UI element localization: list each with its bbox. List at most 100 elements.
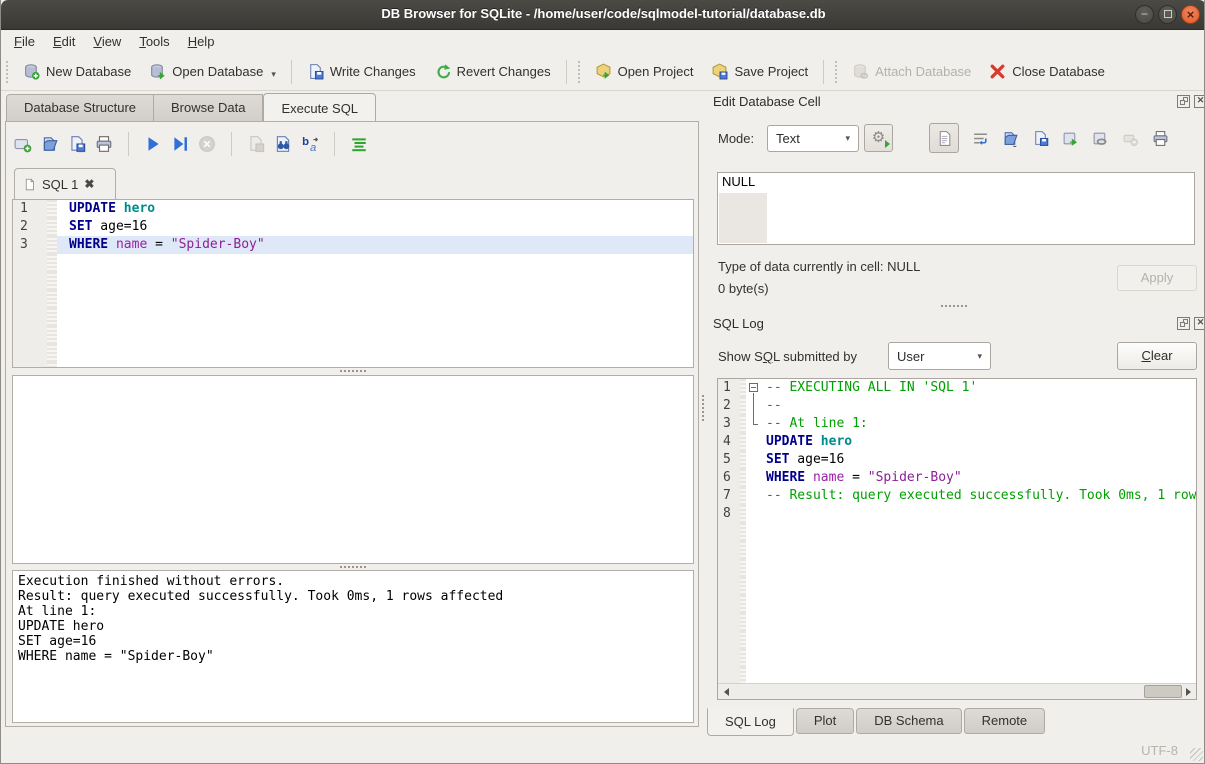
import-cell-icon[interactable] [1002,130,1019,147]
menu-file[interactable]: File [5,31,44,52]
line-content [57,254,693,272]
execution-message[interactable]: Execution finished without errors. Resul… [12,570,694,723]
tab-plot[interactable]: Plot [796,708,854,734]
editor-line: 3WHERE name = "Spider-Boy" [13,236,693,254]
new-database-button[interactable]: New Database [14,58,140,85]
save-sql-file-icon[interactable] [68,135,86,153]
minimize-icon[interactable]: − [1135,5,1154,24]
fold-margin [746,631,762,649]
sql-code-editor[interactable]: 1UPDATE hero2SET age=163WHERE name = "Sp… [12,199,694,368]
encoding-indicator[interactable]: UTF-8 [1141,743,1178,758]
fold-collapse-icon[interactable] [749,383,758,392]
close-dock-icon[interactable]: ✕ [1194,95,1205,108]
float-dock-icon[interactable] [1177,317,1190,330]
sql-document-tab[interactable]: SQL 1 ✖ [14,168,116,199]
menu-tools[interactable]: Tools [130,31,178,52]
save-cell-icon[interactable] [1032,130,1049,147]
line-content [762,595,1196,613]
line-number: 2 [13,218,47,236]
code-token: -- EXECUTING ALL IN 'SQL 1' [766,380,977,395]
line-number [718,595,740,613]
scroll-right-icon[interactable] [1180,684,1196,699]
execute-current-line-icon[interactable] [171,135,189,153]
toolbar-grip[interactable] [5,61,10,83]
close-dock-icon[interactable]: ✕ [1194,317,1205,330]
save-project-button[interactable]: Save Project [702,58,817,85]
replace-icon[interactable]: ba [301,135,319,153]
maximize-icon[interactable] [1158,5,1177,24]
cell-value-editor[interactable]: NULL [717,172,1195,245]
close-database-button[interactable]: Close Database [980,58,1114,85]
auto-format-button[interactable]: ⚙ [864,124,893,152]
line-content: WHERE name = "Spider-Boy" [57,236,693,254]
clear-log-button[interactable]: Clear [1117,342,1197,370]
svg-text:a: a [310,142,316,153]
line-number [13,290,47,308]
open-sql-file-icon[interactable] [41,135,59,153]
line-content: UPDATE hero [762,433,1196,451]
float-dock-icon[interactable] [1177,95,1190,108]
close-sql-tab-icon[interactable]: ✖ [84,177,94,191]
toolbar-grip[interactable] [834,61,839,83]
mode-select[interactable]: Text ▾ [767,125,859,152]
line-content: UPDATE hero [57,200,693,218]
close-glyph: ✕ [1195,317,1205,328]
line-number [718,631,740,649]
sql-log-dock-title: SQL Log [713,316,764,331]
fold-margin [746,541,762,559]
menu-edit[interactable]: Edit [44,31,84,52]
menu-help[interactable]: Help [179,31,224,52]
sql-log-filter-select[interactable]: User ▾ [888,342,991,370]
print-cell-icon[interactable] [1152,130,1169,147]
revert-changes-button[interactable]: Revert Changes [425,58,560,85]
horizontal-scrollbar[interactable] [718,683,1196,699]
log-line: 3-- At line 1: [718,415,1196,433]
line-content: -- EXECUTING ALL IN 'SQL 1' [762,379,1196,397]
editor-results-splitter[interactable] [12,368,694,374]
code-token: WHERE [766,470,805,485]
print-sql-icon[interactable] [95,135,113,153]
scroll-left-icon[interactable] [718,684,734,699]
tab-database-structure[interactable]: Database Structure [6,94,154,122]
format-sql-icon[interactable] [350,135,368,153]
toolbar-grip[interactable] [577,61,582,83]
results-grid[interactable] [12,375,694,564]
tab-browse-data[interactable]: Browse Data [154,94,263,122]
tab-remote[interactable]: Remote [964,708,1046,734]
open-database-label: Open Database [172,64,263,79]
export-cell-icon[interactable] [1062,130,1079,147]
dock-splitter[interactable] [941,305,971,309]
execute-sql-icon[interactable] [144,135,162,153]
line-content [762,667,1196,683]
line-number [718,649,740,667]
tab-execute-sql[interactable]: Execute SQL [263,93,376,123]
line-number: 5 [718,451,740,469]
tab-sql-log[interactable]: SQL Log [707,708,794,736]
log-line [718,595,1196,613]
code-token: age=16 [92,219,147,234]
code-token [108,237,116,252]
resize-grip-icon[interactable] [1190,748,1203,761]
open-database-button[interactable]: Open Database ▾ [140,58,285,85]
code-token: age=16 [789,452,844,467]
new-sql-tab-icon[interactable] [14,135,32,153]
word-wrap-icon[interactable] [972,130,989,147]
sql-log-lines: 1-- EXECUTING ALL IN 'SQL 1'2--3-- At li… [718,379,1196,683]
log-line [718,613,1196,631]
open-project-button[interactable]: Open Project [586,58,703,85]
tab-db-schema[interactable]: DB Schema [856,708,961,734]
find-icon[interactable] [274,135,292,153]
cell-value: NULL [722,174,755,189]
open-database-dropdown-icon[interactable]: ▾ [271,69,276,80]
menu-view[interactable]: View [84,31,130,52]
close-window-icon[interactable]: × [1181,5,1200,24]
link-cell-icon[interactable] [1092,130,1109,147]
code-token: SET [766,452,789,467]
sql-log-viewer[interactable]: 1-- EXECUTING ALL IN 'SQL 1'2--3-- At li… [717,378,1197,700]
line-number [13,272,47,290]
scrollbar-thumb[interactable] [1144,685,1182,698]
main-vertical-splitter[interactable] [700,395,706,429]
write-changes-button[interactable]: Write Changes [298,58,425,85]
editor-margin [47,290,57,308]
text-mode-toggle[interactable] [929,123,959,153]
